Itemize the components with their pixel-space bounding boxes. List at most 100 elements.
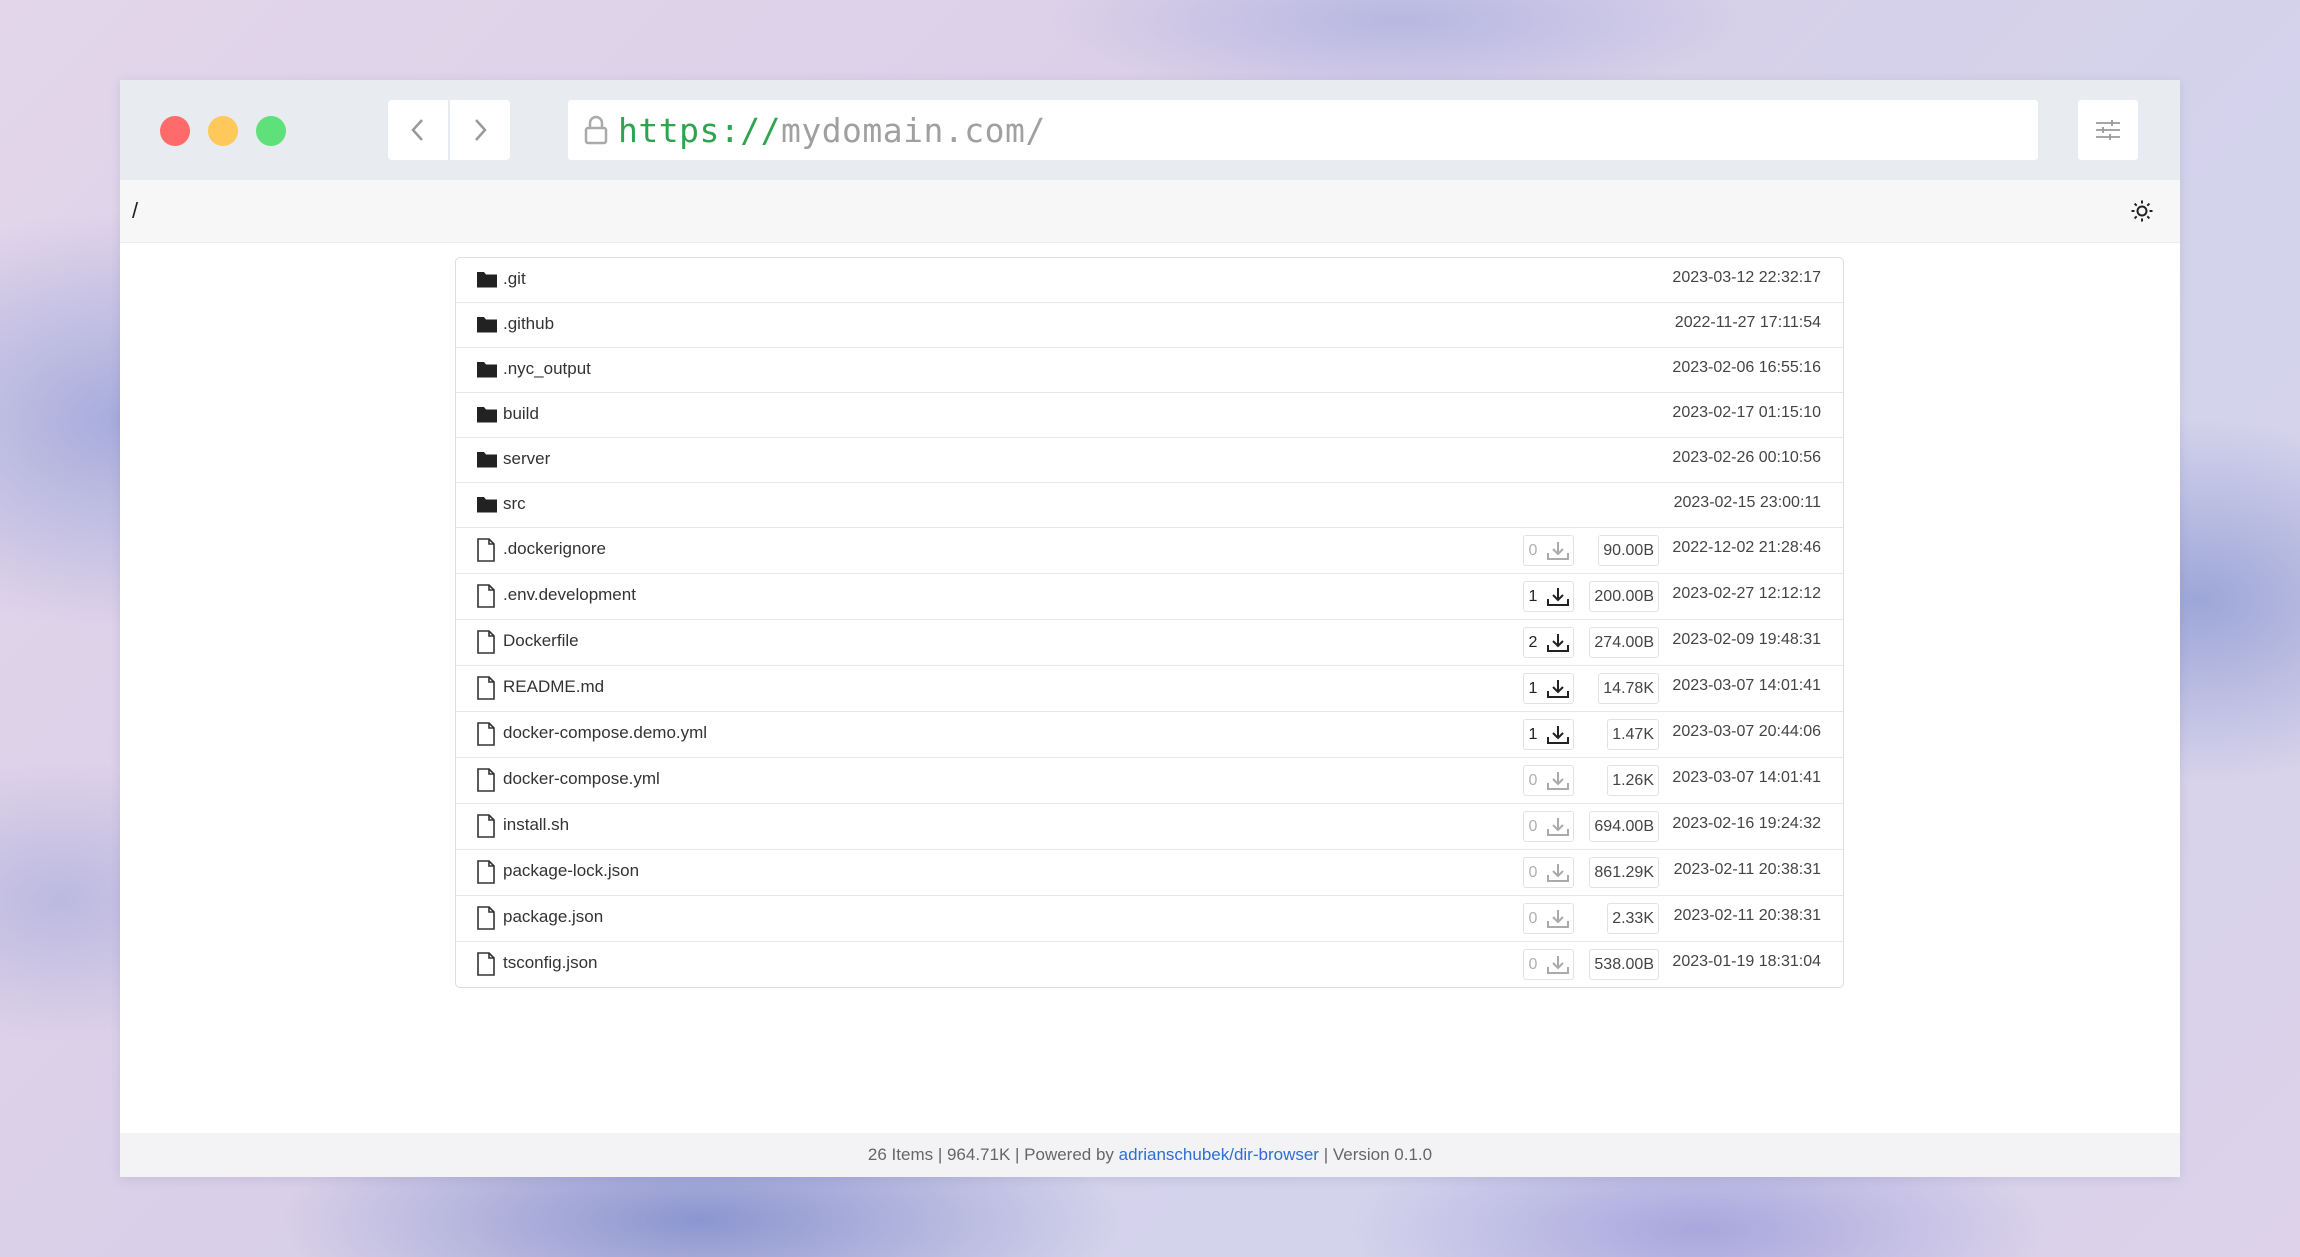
file-row[interactable]: package.json 0 2.33K 2023-02-11 20:38:31 <box>456 896 1843 942</box>
file-row[interactable]: Dockerfile 2 274.00B 2023-02-09 19:48:31 <box>456 620 1843 666</box>
download-button[interactable]: 0 <box>1523 811 1574 842</box>
download-icon <box>1547 587 1569 606</box>
download-button[interactable]: 0 <box>1523 903 1574 934</box>
folder-icon <box>476 358 498 380</box>
modified-date: 2022-11-27 17:11:54 <box>1674 314 1821 331</box>
folder-icon <box>476 268 498 290</box>
repo-link[interactable]: adrianschubek/dir-browser <box>1119 1145 1319 1165</box>
folder-icon <box>476 448 498 470</box>
entry-name[interactable]: .git <box>503 269 526 289</box>
file-row[interactable]: package-lock.json 0 861.29K 2023-02-11 20:3… <box>456 850 1843 896</box>
forward-button[interactable] <box>450 100 510 160</box>
modified-date: 2023-02-06 16:55:16 <box>1672 359 1821 376</box>
modified-date: 2023-02-11 20:38:31 <box>1673 861 1821 878</box>
file-icon <box>476 584 496 608</box>
download-icon <box>1547 725 1569 744</box>
folder-row[interactable]: .github 2022-11-27 17:11:54 <box>456 303 1843 348</box>
browser-window: https://mydomain.com/ / .git 2023-03-12 2… <box>120 80 2180 1177</box>
back-button[interactable] <box>388 100 448 160</box>
sun-icon[interactable] <box>2130 199 2154 223</box>
entry-name[interactable]: src <box>503 494 526 514</box>
download-button[interactable]: 0 <box>1523 949 1574 980</box>
footer-version: | Version 0.1.0 <box>1318 1145 1433 1164</box>
modified-date: 2023-02-15 23:00:11 <box>1673 494 1821 511</box>
entry-name[interactable]: build <box>503 404 539 424</box>
download-button[interactable]: 1 <box>1523 581 1574 612</box>
file-icon <box>476 814 496 838</box>
entry-name[interactable]: install.sh <box>503 815 569 835</box>
entry-name[interactable]: docker-compose.yml <box>503 769 660 789</box>
download-count: 0 <box>1528 771 1538 789</box>
file-row[interactable]: docker-compose.yml 0 1.26K 2023-03-07 14:01… <box>456 758 1843 804</box>
entry-name[interactable]: .dockerignore <box>503 539 606 559</box>
modified-date: 2023-02-26 00:10:56 <box>1672 449 1821 466</box>
download-icon <box>1547 541 1569 560</box>
folder-row[interactable]: .nyc_output 2023-02-06 16:55:16 <box>456 348 1843 393</box>
download-count: 0 <box>1528 541 1538 559</box>
close-window-button[interactable] <box>160 116 190 146</box>
minimize-window-button[interactable] <box>208 116 238 146</box>
download-button[interactable]: 0 <box>1523 765 1574 796</box>
address-bar[interactable]: https://mydomain.com/ <box>568 100 2038 160</box>
file-icon <box>476 630 496 654</box>
modified-date: 2023-03-07 14:01:41 <box>1672 769 1821 786</box>
file-size: 2.33K <box>1607 903 1659 934</box>
chevron-right-icon <box>475 119 487 141</box>
entry-name[interactable]: .nyc_output <box>503 359 591 379</box>
download-button[interactable]: 1 <box>1523 719 1574 750</box>
file-row[interactable]: README.md 1 14.78K 2023-03-07 14:01:41 <box>456 666 1843 712</box>
modified-date: 2023-03-07 14:01:41 <box>1672 677 1821 694</box>
entry-name[interactable]: docker-compose.demo.yml <box>503 723 707 743</box>
file-row[interactable]: .env.development 1 200.00B 2023-02-27 12:12… <box>456 574 1843 620</box>
file-row[interactable]: tsconfig.json 0 538.00B 2023-01-19 18:31:04 <box>456 942 1843 987</box>
entry-name[interactable]: .github <box>503 314 554 334</box>
folder-row[interactable]: .git 2023-03-12 22:32:17 <box>456 258 1843 303</box>
file-icon <box>476 722 496 746</box>
download-button[interactable]: 0 <box>1523 857 1574 888</box>
file-row[interactable]: .dockerignore 0 90.00B 2022-12-02 21:28:46 <box>456 528 1843 574</box>
entry-name[interactable]: README.md <box>503 677 604 697</box>
maximize-window-button[interactable] <box>256 116 286 146</box>
file-size: 538.00B <box>1589 949 1659 980</box>
folder-row[interactable]: server 2023-02-26 00:10:56 <box>456 438 1843 483</box>
settings-button[interactable] <box>2078 100 2138 160</box>
file-size: 1.26K <box>1607 765 1659 796</box>
entry-name[interactable]: package.json <box>503 907 603 927</box>
folder-icon <box>476 493 498 515</box>
download-button[interactable]: 2 <box>1523 627 1574 658</box>
download-count: 1 <box>1528 679 1538 697</box>
chevron-left-icon <box>411 119 423 141</box>
entry-name[interactable]: server <box>503 449 550 469</box>
file-size: 694.00B <box>1589 811 1659 842</box>
folder-icon <box>476 313 498 335</box>
modified-date: 2023-01-19 18:31:04 <box>1672 953 1821 970</box>
file-row[interactable]: docker-compose.demo.yml 1 1.47K 2023-03-07 … <box>456 712 1843 758</box>
download-icon <box>1547 955 1569 974</box>
entry-name[interactable]: Dockerfile <box>503 631 579 651</box>
lock-icon <box>580 112 612 148</box>
file-size: 1.47K <box>1607 719 1659 750</box>
url-host: mydomain.com/ <box>780 110 1046 150</box>
entry-name[interactable]: package-lock.json <box>503 861 639 881</box>
modified-date: 2023-02-17 01:15:10 <box>1672 404 1821 421</box>
current-path[interactable]: / <box>132 198 138 224</box>
file-row[interactable]: install.sh 0 694.00B 2023-02-16 19:24:32 <box>456 804 1843 850</box>
download-icon <box>1547 771 1569 790</box>
modified-date: 2023-02-16 19:24:32 <box>1672 815 1821 832</box>
footer: 26 Items | 964.71K | Powered by adriansc… <box>120 1133 2180 1177</box>
download-icon <box>1547 679 1569 698</box>
entry-name[interactable]: tsconfig.json <box>503 953 598 973</box>
download-button[interactable]: 0 <box>1523 535 1574 566</box>
folder-row[interactable]: build 2023-02-17 01:15:10 <box>456 393 1843 438</box>
download-icon <box>1547 817 1569 836</box>
entry-name[interactable]: .env.development <box>503 585 636 605</box>
download-count: 0 <box>1528 817 1538 835</box>
download-button[interactable]: 1 <box>1523 673 1574 704</box>
browser-toolbar: https://mydomain.com/ <box>120 80 2180 180</box>
download-icon <box>1547 633 1569 652</box>
modified-date: 2022-12-02 21:28:46 <box>1672 539 1821 556</box>
download-count: 2 <box>1528 633 1538 651</box>
modified-date: 2023-03-12 22:32:17 <box>1672 269 1821 286</box>
file-size: 14.78K <box>1598 673 1659 704</box>
folder-row[interactable]: src 2023-02-15 23:00:11 <box>456 483 1843 528</box>
